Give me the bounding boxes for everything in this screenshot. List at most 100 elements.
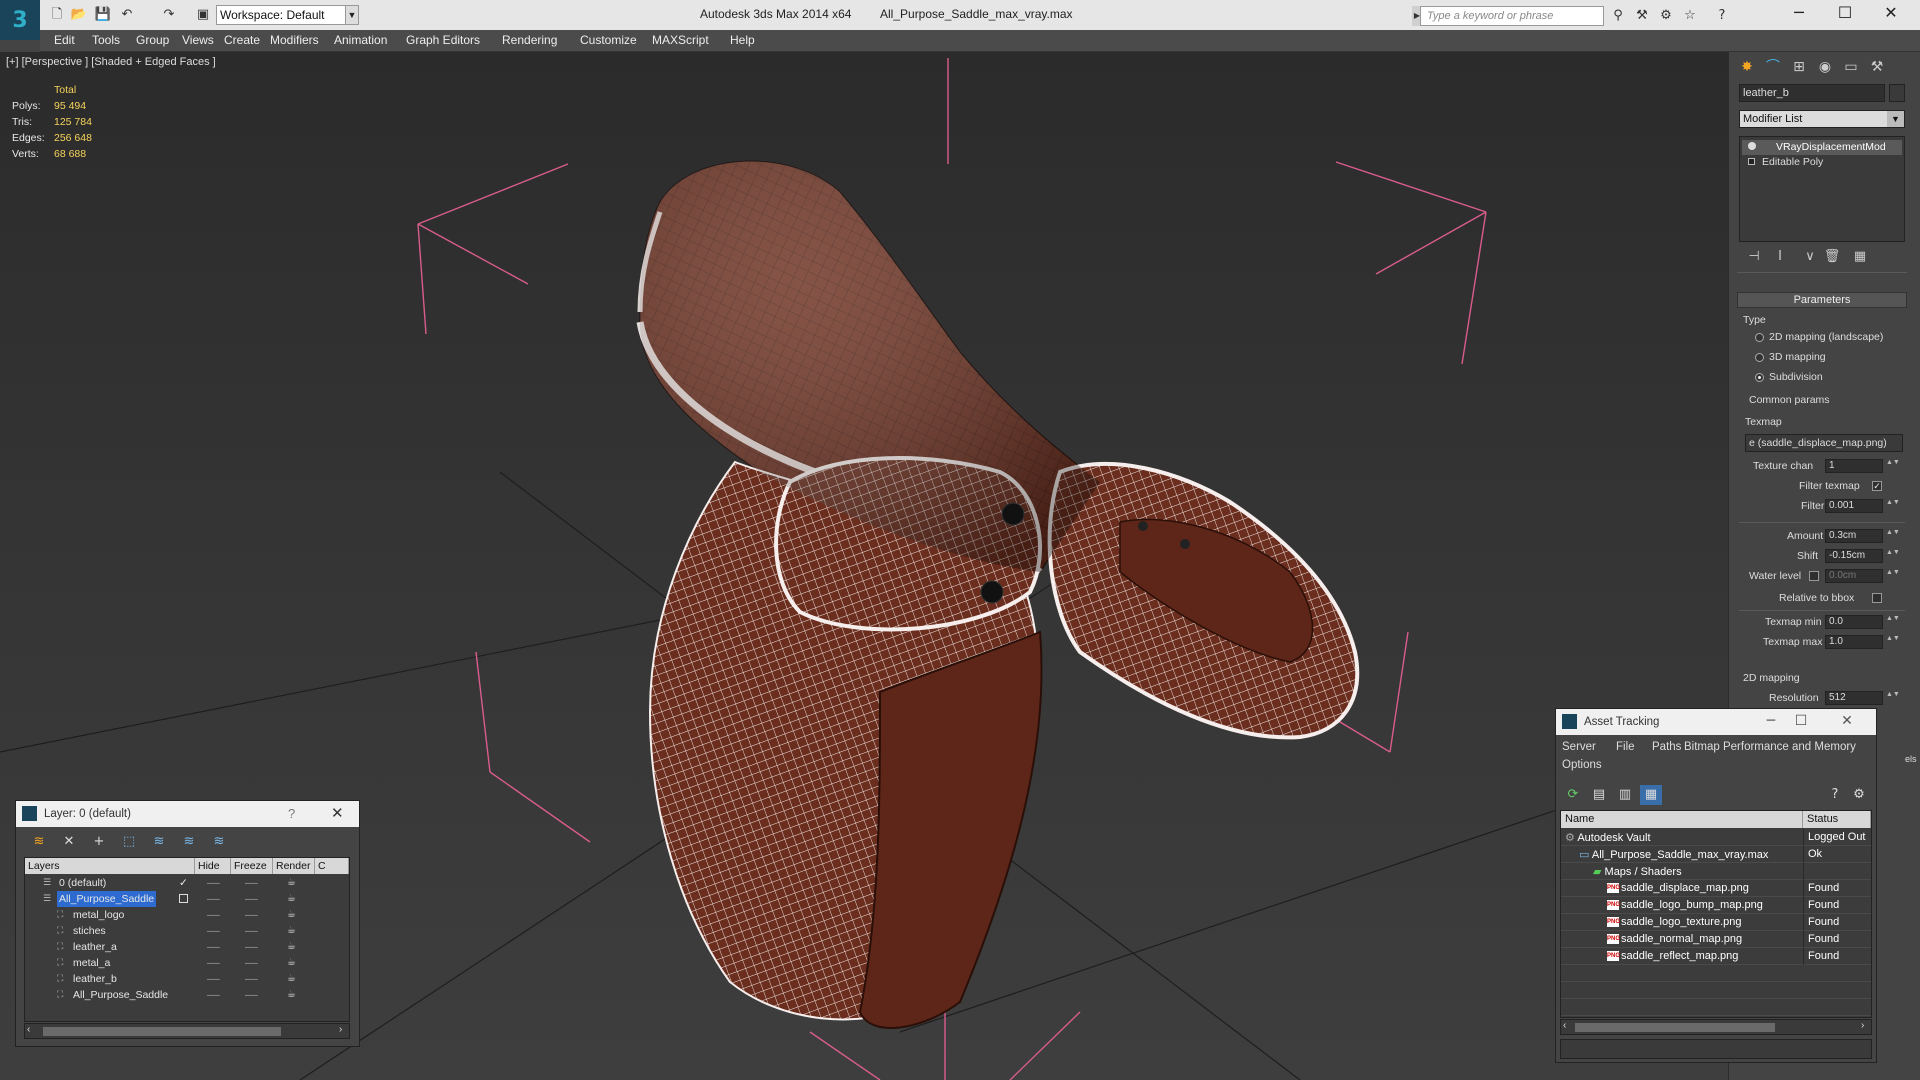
freeze-toggle[interactable]: ── [245,939,258,955]
asset-row[interactable]: PNGsaddle_normal_map.png Found [1561,931,1871,948]
redo-icon[interactable]: ↷ [160,6,178,24]
list-view-icon[interactable]: ▤ [1588,785,1610,805]
project-folder-icon[interactable]: ▣ [194,6,212,24]
new-file-icon[interactable]: 🗋 [48,6,66,24]
menu-graph-editors[interactable]: Graph Editors [406,33,480,47]
object-name-field[interactable]: leather_b [1739,84,1885,102]
radio-subdivision[interactable] [1755,373,1764,382]
layer-row[interactable]: ⛶ leather_a ── ── ☕ [25,939,349,955]
stack-item-vraydisplacementmod[interactable]: VRayDisplacementMod [1742,140,1902,155]
hide-toggle[interactable]: ── [207,971,220,987]
asset-row[interactable]: PNGsaddle_logo_texture.png Found [1561,914,1871,931]
menu-server[interactable]: Server [1562,741,1596,753]
search-input[interactable]: Type a keyword or phrase [1420,6,1604,26]
scrollbar-thumb[interactable] [43,1027,281,1036]
add-to-layer-icon[interactable]: + [88,833,110,851]
app-logo-button[interactable]: 3 [0,0,40,40]
layer-row[interactable]: ⛶ metal_a ── ── ☕ [25,955,349,971]
menu-modifiers[interactable]: Modifiers [270,33,319,47]
display-tab-icon[interactable]: ▭ [1839,56,1863,78]
col-layers[interactable]: Layers [25,858,195,874]
modify-tab-icon[interactable]: ⌒ [1761,56,1785,78]
hide-toggle[interactable]: ── [207,923,220,939]
radio-2d-mapping[interactable] [1755,333,1764,342]
layer-row[interactable]: ⛶ All_Purpose_Saddle ── ── ☕ [25,987,349,1003]
spinner-arrows-icon[interactable]: ▲▼ [1886,459,1900,473]
amount-spinner[interactable]: 0.3cm [1825,529,1883,543]
spinner-arrows-icon[interactable]: ▲▼ [1886,529,1900,543]
parameters-rollout[interactable]: Parameters [1737,292,1907,308]
make-unique-icon[interactable]: ∨ [1799,248,1821,266]
minimize-button[interactable]: ─ [1776,0,1822,26]
menu-edit[interactable]: Edit [54,33,75,47]
render-teapot-icon[interactable]: ☕ [287,971,296,987]
texmap-button[interactable]: e (saddle_displace_map.png) [1745,434,1903,452]
scroll-right-icon[interactable]: › [339,1024,342,1035]
viewport-label[interactable]: [+] [Perspective ] [Shaded + Edged Faces… [6,56,216,68]
hide-toggle[interactable]: ── [207,939,220,955]
motion-tab-icon[interactable]: ◉ [1813,56,1837,78]
asset-row[interactable]: ▰ Maps / Shaders [1561,863,1871,880]
close-icon[interactable]: ✕ [331,804,344,822]
configure-modifier-sets-icon[interactable]: ▦ [1849,248,1871,266]
filter-texmap-checkbox[interactable]: ✓ [1872,481,1882,491]
hide-toggle[interactable]: ── [207,875,220,891]
scroll-left-icon[interactable]: ‹ [27,1024,30,1035]
scrollbar-thumb[interactable] [1575,1023,1775,1032]
freeze-toggle[interactable]: ── [245,923,258,939]
utilities-tab-icon[interactable]: ⚒ [1865,56,1889,78]
menu-animation[interactable]: Animation [334,33,387,47]
open-file-icon[interactable]: 📂 [70,6,88,24]
texture-chan-spinner[interactable]: 1 [1825,459,1883,473]
menu-bitmap-performance[interactable]: Bitmap Performance and Memory [1684,741,1856,753]
table-view-icon[interactable]: ▦ [1640,785,1662,805]
select-objects-icon[interactable]: ⬚ [118,833,140,851]
texmap-min-spinner[interactable]: 0.0 [1825,615,1883,629]
settings-icon[interactable]: ⚙ [1848,785,1870,805]
col-name[interactable]: Name [1561,811,1803,828]
subscription-icon[interactable]: ⚒ [1632,6,1652,26]
layer-row[interactable]: ☰ All_Purpose_Saddle ── ── ☕ [25,891,349,907]
asset-dialog-titlebar[interactable]: Asset Tracking ─ ☐ ✕ [1556,709,1876,735]
layer-row[interactable]: ☰ 0 (default) ✓ ── ── ☕ [25,875,349,891]
save-file-icon[interactable]: 💾 [94,6,112,24]
menu-views[interactable]: Views [182,33,214,47]
refresh-icon[interactable]: ⟳ [1562,785,1584,805]
pin-stack-icon[interactable]: ⊣ [1743,248,1765,266]
freeze-toggle[interactable]: ── [245,891,258,907]
spinner-arrows-icon[interactable]: ▲▼ [1886,691,1900,705]
maximize-button[interactable]: ☐ [1786,713,1816,729]
undo-icon[interactable]: ↶ [118,6,136,24]
asset-row[interactable]: PNGsaddle_displace_map.png Found [1561,880,1871,897]
render-teapot-icon[interactable]: ☕ [287,875,296,891]
render-teapot-icon[interactable]: ☕ [287,907,296,923]
menu-paths[interactable]: Paths [1652,741,1681,753]
menu-maxscript[interactable]: MAXScript [652,33,709,47]
workspace-dropdown-arrow[interactable]: ▼ [345,5,359,25]
help-icon[interactable]: ? [1712,6,1732,26]
modifier-list-arrow-icon[interactable]: ▼ [1887,111,1904,127]
menu-customize[interactable]: Customize [580,33,637,47]
help-icon[interactable]: ? [1824,785,1846,805]
menu-file[interactable]: File [1616,741,1635,753]
col-status[interactable]: Status [1803,811,1871,828]
remove-modifier-icon[interactable]: 🗑 [1821,248,1843,266]
render-teapot-icon[interactable]: ☕ [287,923,296,939]
tree-view-icon[interactable]: ▥ [1614,785,1636,805]
render-teapot-icon[interactable]: ☕ [287,891,296,907]
freeze-toggle[interactable]: ── [245,907,258,923]
delete-layer-icon[interactable]: ✕ [58,833,80,851]
close-button[interactable]: ✕ [1868,0,1914,26]
menu-tools[interactable]: Tools [92,33,120,47]
resolution-spinner[interactable]: 512 [1825,691,1883,705]
highlight-layer-icon[interactable]: ≋ [148,833,170,851]
menu-group[interactable]: Group [136,33,169,47]
hide-all-icon[interactable]: ≋ [178,833,200,851]
water-level-spinner[interactable]: 0.0cm [1825,569,1883,583]
freeze-toggle[interactable]: ── [245,971,258,987]
modifier-list-dropdown[interactable]: Modifier List [1739,110,1905,128]
col-render[interactable]: Render [273,858,315,874]
freeze-toggle[interactable]: ── [245,955,258,971]
hide-toggle[interactable]: ── [207,891,220,907]
freeze-toggle[interactable]: ── [245,875,258,891]
